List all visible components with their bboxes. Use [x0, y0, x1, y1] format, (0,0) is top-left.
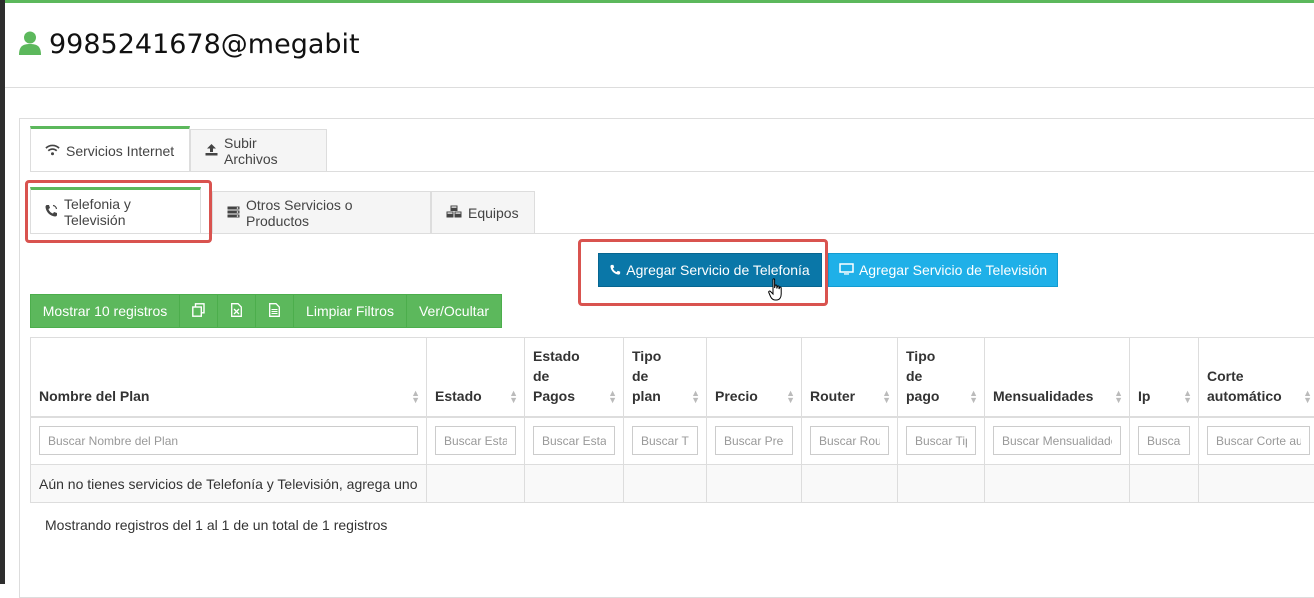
button-label: Limpiar Filtros: [306, 303, 394, 319]
table-info: Mostrando registros del 1 al 1 de un tot…: [45, 517, 387, 533]
copy-icon: [192, 303, 205, 320]
column-header-precio[interactable]: Precio▲▼: [707, 338, 802, 417]
filter-input-router[interactable]: [810, 426, 889, 455]
tabs-divider: [30, 171, 1314, 172]
filter-input-nombre-plan[interactable]: [39, 426, 418, 455]
monitor-icon: [839, 262, 854, 278]
column-header-nombre-plan[interactable]: Nombre del Plan▲▼: [31, 338, 427, 417]
sort-icon: ▲▼: [691, 390, 700, 404]
column-header-tipo-pago[interactable]: Tipodepago▲▼: [898, 338, 985, 417]
highlight-box-button: [578, 239, 828, 306]
highlight-box-tab: [25, 180, 212, 243]
user-icon: [19, 31, 41, 58]
column-header-router[interactable]: Router▲▼: [802, 338, 898, 417]
services-panel: Servicios Internet Subir Archivos Telefo…: [19, 118, 1314, 598]
tab-label: Otros Servicios o Productos: [246, 197, 416, 229]
button-label: Ver/Ocultar: [419, 303, 489, 319]
sort-icon: ▲▼: [1114, 390, 1123, 404]
filter-row: [31, 417, 1314, 465]
upload-icon: [205, 143, 218, 159]
column-header-ip[interactable]: Ip▲▼: [1130, 338, 1199, 417]
clear-filters-button[interactable]: Limpiar Filtros: [293, 294, 407, 328]
sort-icon: ▲▼: [509, 390, 518, 404]
filter-input-corte-automatico[interactable]: [1207, 426, 1310, 455]
column-header-mensualidades[interactable]: Mensualidades▲▼: [985, 338, 1130, 417]
page-header: 9985241678@megabit: [5, 3, 1314, 88]
cubes-icon: [446, 205, 462, 221]
show-records-button[interactable]: Mostrar 10 registros: [30, 294, 180, 328]
add-tv-service-button[interactable]: Agregar Servicio de Televisión: [828, 253, 1058, 287]
tab-equipos[interactable]: Equipos: [431, 191, 535, 233]
wifi-icon: [45, 143, 60, 159]
sort-icon: ▲▼: [608, 390, 617, 404]
header-row: Nombre del Plan▲▼ Estado▲▼ EstadodePagos…: [31, 338, 1314, 417]
filter-input-precio[interactable]: [715, 426, 793, 455]
filter-input-estado[interactable]: [435, 426, 516, 455]
sort-icon: ▲▼: [969, 390, 978, 404]
excel-icon: [231, 303, 242, 320]
server-icon: [227, 205, 240, 221]
table-row: Aún no tienes servicios de Telefonía y T…: [31, 465, 1314, 503]
column-header-estado[interactable]: Estado▲▼: [427, 338, 525, 417]
subtabs-divider: [30, 233, 1314, 234]
tab-label: Servicios Internet: [66, 143, 174, 159]
copy-button[interactable]: [179, 294, 218, 328]
button-label: Agregar Servicio de Televisión: [859, 262, 1047, 278]
filter-input-tipo-plan[interactable]: [632, 426, 698, 455]
services-table: Nombre del Plan▲▼ Estado▲▼ EstadodePagos…: [30, 337, 1314, 503]
excel-export-button[interactable]: [217, 294, 256, 328]
column-header-estado-pagos[interactable]: EstadodePagos▲▼: [525, 338, 624, 417]
filter-input-ip[interactable]: [1138, 426, 1190, 455]
document-icon: [269, 303, 280, 320]
column-header-corte-automatico[interactable]: Corteautomático▲▼: [1199, 338, 1314, 417]
column-header-tipo-plan[interactable]: Tipodeplan▲▼: [624, 338, 707, 417]
sort-icon: ▲▼: [1183, 390, 1192, 404]
toggle-columns-button[interactable]: Ver/Ocultar: [406, 294, 502, 328]
sort-icon: ▲▼: [1303, 390, 1312, 404]
pdf-export-button[interactable]: [255, 294, 294, 328]
table-toolbar: Mostrar 10 registros Limpiar Filtros Ver…: [30, 294, 502, 328]
page-title: 9985241678@megabit: [49, 29, 360, 60]
hand-cursor-icon: [768, 278, 784, 305]
tab-subir-archivos[interactable]: Subir Archivos: [190, 129, 327, 172]
empty-table-message: Aún no tienes servicios de Telefonía y T…: [31, 465, 427, 503]
tab-servicios-internet[interactable]: Servicios Internet: [30, 126, 190, 172]
sort-icon: ▲▼: [786, 390, 795, 404]
tab-otros-servicios[interactable]: Otros Servicios o Productos: [212, 191, 431, 233]
filter-input-mensualidades[interactable]: [993, 426, 1121, 455]
filter-input-tipo-pago[interactable]: [906, 426, 976, 455]
sort-icon: ▲▼: [411, 390, 420, 404]
filter-input-estado-pagos[interactable]: [533, 426, 615, 455]
tab-label: Subir Archivos: [224, 135, 312, 167]
sort-icon: ▲▼: [882, 390, 891, 404]
tab-label: Equipos: [468, 205, 519, 221]
button-label: Mostrar 10 registros: [43, 303, 167, 319]
